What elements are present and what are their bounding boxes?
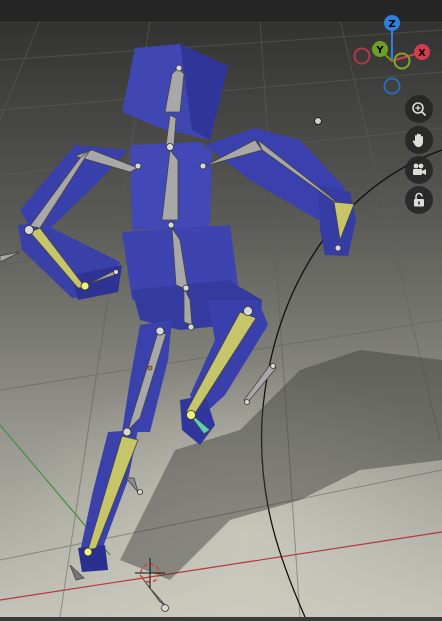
camera-icon [413,163,426,175]
lock-view-button[interactable] [405,186,433,214]
gizmo-neg-x-axis[interactable] [353,47,371,65]
camera-view-button[interactable] [405,156,433,184]
navigation-gizmo[interactable]: Z X Y [350,14,440,104]
lock-icon [414,192,424,207]
gizmo-x-label: X [418,48,426,59]
gizmo-neg-y-axis[interactable] [393,52,411,70]
pan-button[interactable] [405,126,433,154]
light-object-icon[interactable] [314,117,322,125]
gizmo-z-label: Z [388,19,395,30]
hand-pan-icon [412,133,423,147]
gizmo-neg-z-axis[interactable] [383,77,401,95]
3d-viewport[interactable]: Z X Y [0,0,442,618]
gizmo-y-label: Y [375,45,384,56]
zoom-icon [412,102,427,117]
zoom-button[interactable] [405,95,433,123]
